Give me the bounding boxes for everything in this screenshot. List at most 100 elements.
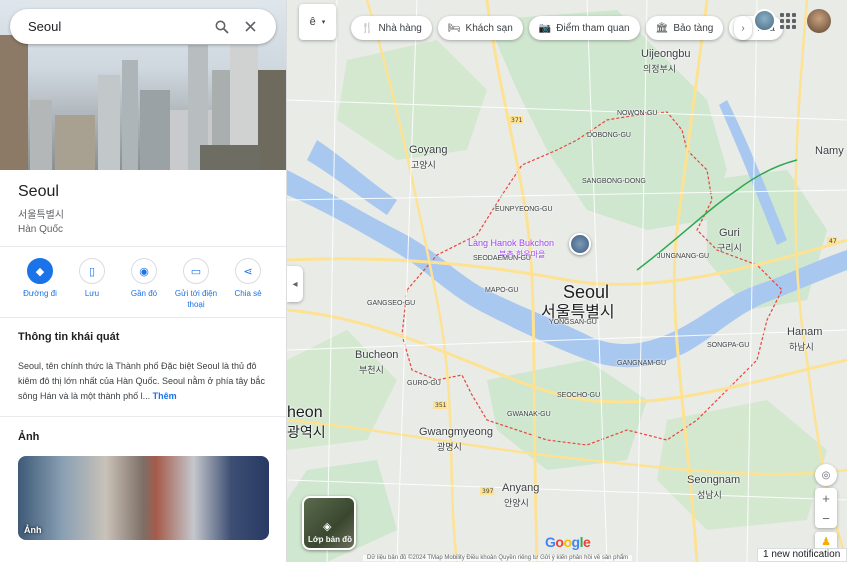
map-label-bucheon-kr: 부천시 (359, 365, 384, 375)
zoom-control: + − (815, 488, 837, 528)
map-label-bucheon[interactable]: Bucheon (355, 349, 398, 361)
photo-label: Ảnh (24, 525, 42, 535)
share-label: Chia sẻ (234, 289, 262, 298)
directions-label: Đường đi (23, 289, 57, 298)
directions-button[interactable]: ◆ Đường đi (14, 258, 66, 310)
map-label-gwangmyeong-kr: 광명시 (437, 442, 462, 452)
divider (0, 246, 286, 247)
phone-icon: ▭ (183, 258, 209, 284)
save-label: Lưu (84, 289, 100, 298)
share-icon: ⋖ (235, 258, 261, 284)
account-avatar[interactable] (807, 9, 831, 33)
map-label-eunpyeong: EUNPYEONG-GU (495, 206, 553, 213)
zoom-in-button[interactable]: + (815, 488, 837, 508)
map-label-gwangmyeong[interactable]: Gwangmyeong (419, 426, 493, 438)
map-label-seodaemun: SEODAEMUN-GU (473, 255, 531, 262)
map-label-hanam-kr: 하남시 (789, 342, 814, 352)
map-label-anyang[interactable]: Anyang (502, 482, 539, 494)
map-label-bukchon[interactable]: Làng Hanok Bukchon (468, 238, 554, 248)
minus-icon: − (822, 510, 830, 526)
photos-title: Ảnh (18, 431, 40, 443)
map-label-yongsan: YONGSAN-GU (549, 319, 597, 326)
place-country: Hàn Quốc (18, 224, 64, 235)
map-label-goyang[interactable]: Goyang (409, 144, 448, 156)
svg-text:371: 371 (511, 117, 523, 124)
chevron-right-icon: › (741, 22, 745, 34)
collapse-panel-button[interactable]: ◂ (287, 266, 303, 302)
map-label-guro: GURO-GU (407, 380, 441, 387)
search-icon[interactable] (208, 13, 236, 41)
map-label-uijeongbu-kr: 의정부시 (643, 64, 677, 74)
chip-museums-label: Bảo tàng (673, 22, 714, 34)
map-attribution[interactable]: Dữ liệu bản đồ ©2024 TMap Mobility Điều … (363, 555, 633, 561)
map-label-seocho: SEOCHO-GU (557, 392, 601, 399)
map-label-nowon: NOWON-GU (617, 110, 658, 117)
chip-hotels[interactable]: 🛏 Khách sạn (437, 16, 523, 40)
hotel-icon: 🛏 (447, 22, 461, 34)
zoom-out-button[interactable]: − (815, 508, 837, 528)
overview-body: Seoul, tên chính thức là Thành phố Đặc b… (18, 361, 265, 401)
map-label-mapo: MAPO-GU (485, 287, 519, 294)
map-label-hanam[interactable]: Hanam (787, 326, 822, 338)
compass-icon[interactable]: ◎ (815, 464, 837, 486)
map-graphics: 371 351 397 47 (287, 0, 847, 562)
map-label-gangnam: GANGNAM-GU (617, 360, 666, 367)
chevron-left-icon: ◂ (292, 278, 298, 290)
search-box (10, 9, 276, 44)
nearby-icon: ◉ (131, 258, 157, 284)
map-canvas[interactable]: 371 351 397 47 Uijeongbu 의정부시 Goyang 고양시… (287, 0, 847, 562)
map-label-namy[interactable]: Namy (815, 145, 844, 157)
language-button[interactable]: ê ▾ (299, 4, 336, 40)
divider (0, 317, 286, 318)
nearby-label: Gần đó (130, 289, 158, 298)
chip-restaurants-label: Nhà hàng (378, 22, 422, 34)
action-bar: ◆ Đường đi ▯ Lưu ◉ Gần đó ▭ Gửi tới điện… (14, 258, 274, 310)
send-to-phone-button[interactable]: ▭ Gửi tới điện thoại (170, 258, 222, 310)
map-label-incheon[interactable]: heon (287, 404, 323, 422)
language-label: ê (309, 16, 316, 28)
photo-card[interactable]: Ảnh (18, 456, 269, 540)
directions-icon: ◆ (27, 258, 53, 284)
photo-thumbnail[interactable] (753, 9, 776, 32)
apps-grid-icon[interactable] (780, 13, 796, 29)
map-label-anyang-kr: 안양시 (504, 498, 529, 508)
chip-attractions[interactable]: 📷 Điểm tham quan (528, 16, 640, 40)
save-button[interactable]: ▯ Lưu (66, 258, 118, 310)
chip-museums[interactable]: 🏛 Bảo tàng (645, 16, 724, 40)
chip-hotels-label: Khách sạn (465, 22, 513, 34)
map-label-uijeongbu[interactable]: Uijeongbu (641, 48, 691, 60)
close-icon[interactable] (236, 13, 264, 41)
place-panel: Seoul 서울특별시 Hàn Quốc ◆ Đường đi ▯ Lưu ◉ … (0, 0, 287, 562)
notification-toast[interactable]: 1 new notification (757, 548, 847, 562)
svg-text:397: 397 (482, 488, 494, 495)
search-input[interactable] (28, 19, 208, 34)
map-label-seongnam[interactable]: Seongnam (687, 474, 740, 486)
overview-more-link[interactable]: Thêm (153, 391, 177, 401)
app-window: 371 351 397 47 Uijeongbu 의정부시 Goyang 고양시… (0, 0, 847, 562)
layers-label: Lớp bản đồ (308, 535, 352, 544)
place-photo-pin[interactable] (569, 233, 591, 255)
nearby-button[interactable]: ◉ Gần đó (118, 258, 170, 310)
map-label-dobong: DOBONG-GU (587, 132, 631, 139)
map-label-gwanak: GWANAK-GU (507, 411, 551, 418)
map-label-sangbong: SANGBONG-DONG (582, 178, 646, 185)
share-button[interactable]: ⋖ Chia sẻ (222, 258, 274, 310)
hero-photo[interactable] (0, 0, 286, 170)
chip-attractions-label: Điểm tham quan (556, 22, 630, 34)
map-label-guri[interactable]: Guri (719, 227, 740, 239)
layers-button[interactable]: ◈ Lớp bản đồ (302, 496, 356, 550)
map-label-incheon-kr: 광역시 (287, 424, 326, 440)
chip-restaurants[interactable]: 🍴 Nhà hàng (351, 16, 432, 40)
place-title: Seoul (18, 183, 59, 200)
map-label-jungnang: JUNGNANG-GU (657, 253, 710, 260)
plus-icon: + (822, 490, 830, 506)
divider (0, 416, 286, 417)
overview-text: Seoul, tên chính thức là Thành phố Đặc b… (18, 359, 272, 404)
camera-icon: 📷 (538, 22, 552, 34)
map-label-gangseo: GANGSEO-GU (367, 300, 416, 307)
chevron-down-icon: ▾ (321, 19, 326, 26)
place-native-name: 서울특별시 (18, 210, 64, 221)
svg-text:351: 351 (435, 402, 447, 409)
chips-next-button[interactable]: › (734, 16, 752, 40)
map-label-goyang-kr: 고양시 (411, 160, 436, 170)
